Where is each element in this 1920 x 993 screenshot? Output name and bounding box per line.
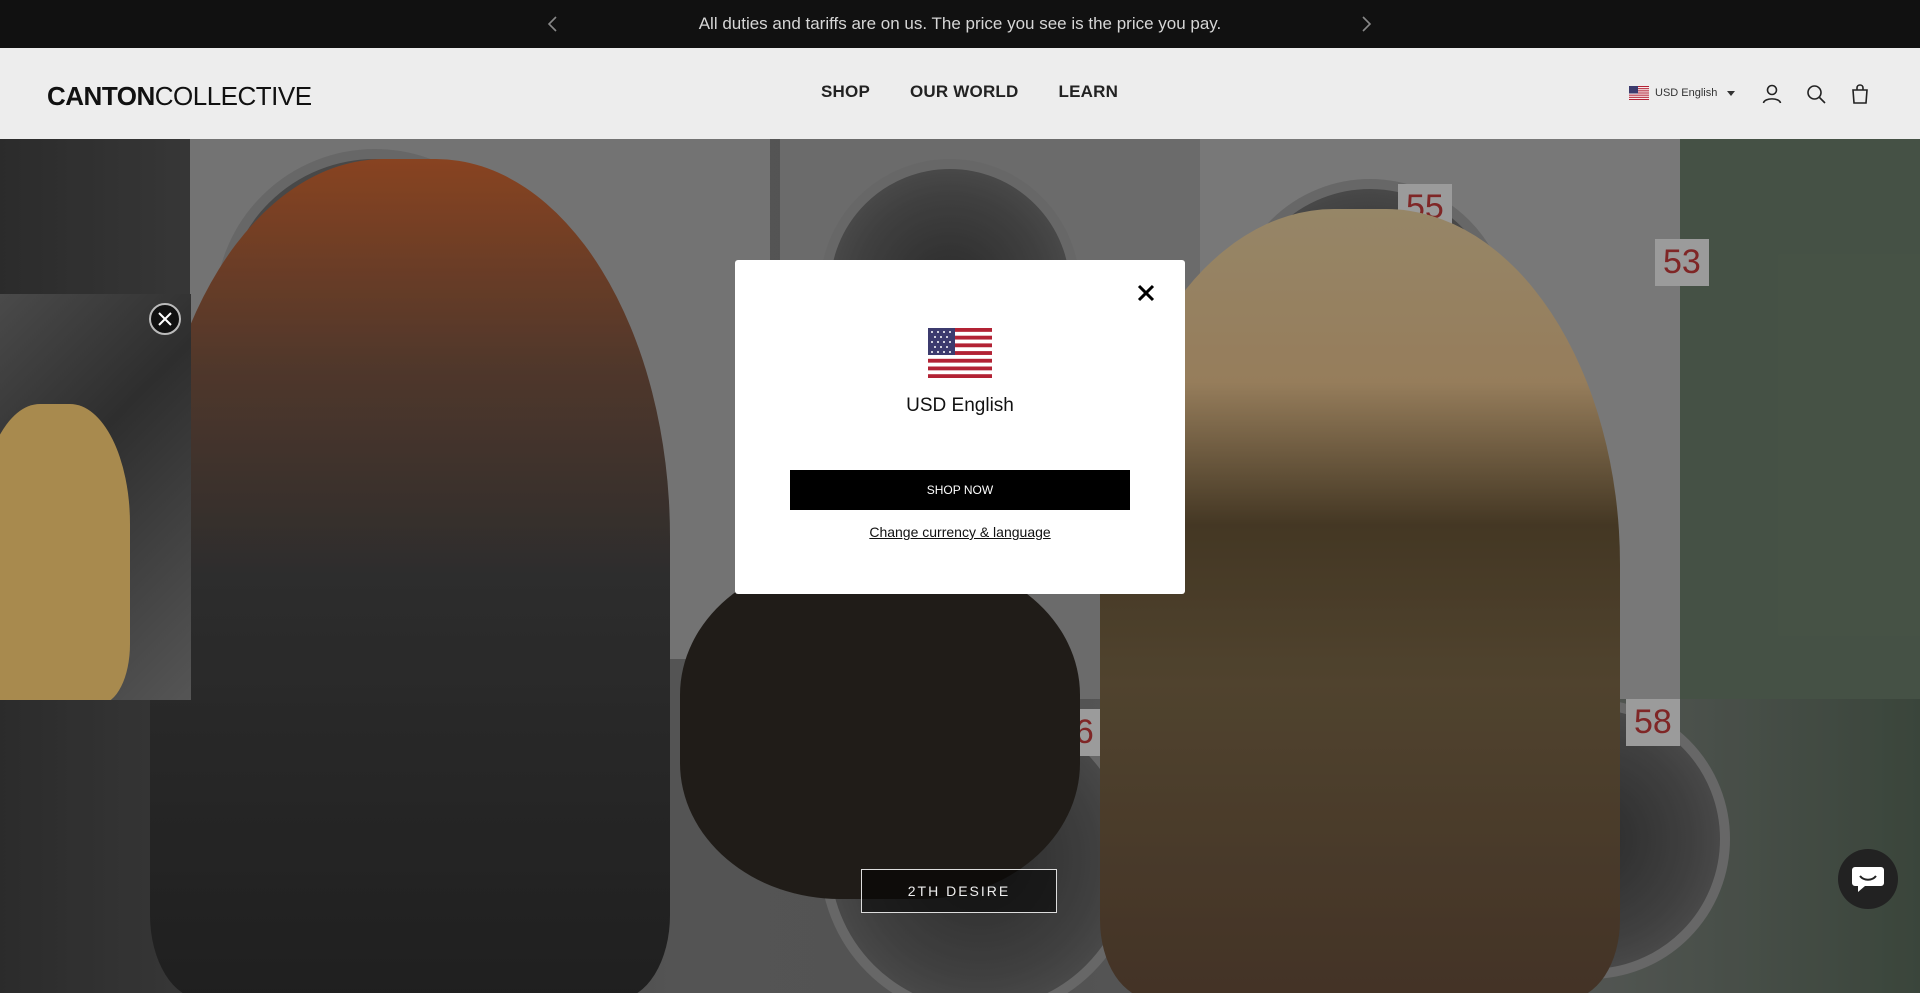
locale-selector[interactable]: USD English xyxy=(1629,86,1736,100)
site-header: CANTONCOLLECTIVE SHOP OUR WORLD LEARN US… xyxy=(0,48,1920,139)
us-flag-icon xyxy=(1629,86,1649,100)
chat-button[interactable] xyxy=(1838,849,1898,909)
us-flag-icon xyxy=(928,328,992,378)
cart-icon[interactable] xyxy=(1848,82,1872,106)
nav-item-shop[interactable]: SHOP xyxy=(821,82,870,102)
announcement-bar: All duties and tariffs are on us. The pr… xyxy=(0,0,1920,48)
logo-light-part: COLLECTIVE xyxy=(154,81,312,111)
change-currency-link[interactable]: Change currency & language xyxy=(735,524,1185,540)
currency-modal xyxy=(735,260,1185,594)
caret-down-icon xyxy=(1727,90,1736,96)
locale-label: USD English xyxy=(1655,87,1718,99)
promo-popup-image xyxy=(0,294,191,700)
chevron-right-icon[interactable] xyxy=(1354,12,1378,36)
close-icon[interactable] xyxy=(149,303,181,335)
hero-cta-button[interactable]: 2TH DESIRE xyxy=(861,869,1057,913)
search-icon[interactable] xyxy=(1804,82,1828,106)
nav-item-our-world[interactable]: OUR WORLD xyxy=(910,82,1019,102)
chevron-left-icon[interactable] xyxy=(541,12,565,36)
main-nav: SHOP OUR WORLD LEARN xyxy=(821,82,1118,102)
account-icon[interactable] xyxy=(1760,82,1784,106)
nav-item-learn[interactable]: LEARN xyxy=(1059,82,1119,102)
announcement-text: All duties and tariffs are on us. The pr… xyxy=(698,14,1222,33)
close-icon[interactable] xyxy=(1136,283,1156,303)
chat-icon xyxy=(1852,867,1884,892)
logo-bold-part: CANTON xyxy=(47,81,155,111)
modal-title: USD English xyxy=(906,395,1014,416)
brand-logo[interactable]: CANTONCOLLECTIVE xyxy=(47,81,312,112)
shop-now-button[interactable]: SHOP NOW xyxy=(790,470,1130,510)
